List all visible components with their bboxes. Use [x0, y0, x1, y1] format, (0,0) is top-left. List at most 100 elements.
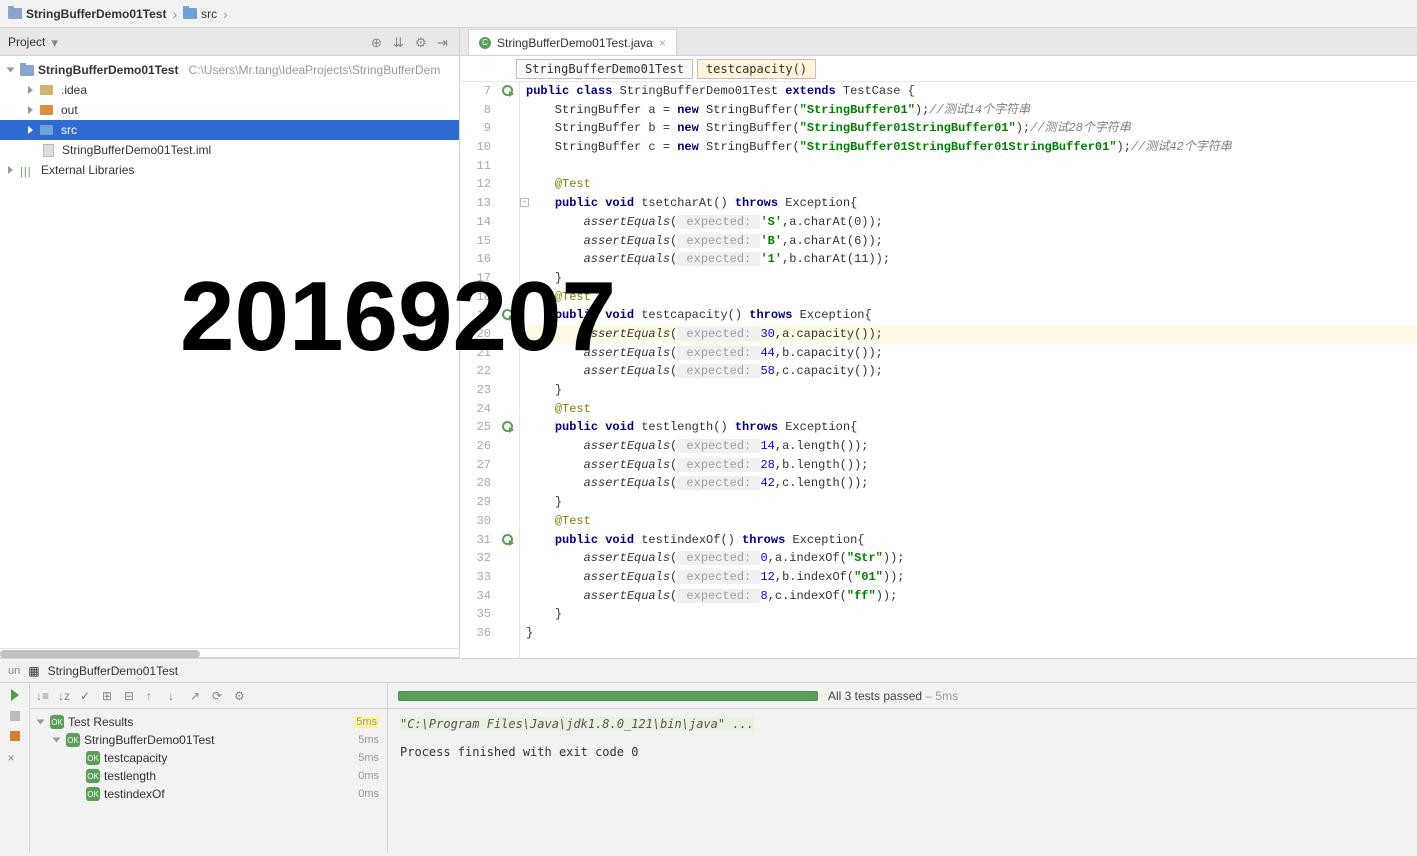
horizontal-scrollbar[interactable] [0, 648, 459, 658]
progress-track [398, 691, 818, 701]
editor-tab[interactable]: C StringBufferDemo01Test.java × [468, 29, 677, 55]
tree-label: External Libraries [41, 163, 134, 177]
tree-node-src[interactable]: src [0, 120, 459, 140]
console-panel: All 3 tests passed – 5ms "C:\Program Fil… [388, 683, 1417, 853]
test-item[interactable]: OKtestindexOf 0ms [30, 785, 387, 803]
code-lines[interactable]: public class StringBufferDemo01Test exte… [520, 82, 1417, 658]
run-panel: un ▦ StringBufferDemo01Test × ↓≡ ↓z ✓ ⊞ … [0, 658, 1417, 853]
expand-icon[interactable]: ⊞ [102, 689, 116, 703]
tree-root[interactable]: StringBufferDemo01Test C:\Users\Mr.tang\… [0, 60, 459, 80]
breadcrumb-src-label: src [201, 7, 217, 21]
gear-icon[interactable]: ⚙ [415, 35, 429, 49]
run-tab-label[interactable]: StringBufferDemo01Test [48, 664, 179, 678]
run-gutter-icon[interactable] [502, 309, 513, 320]
tree-label: src [61, 123, 77, 137]
run-gutter-icon[interactable] [502, 534, 513, 545]
scrollbar-thumb[interactable] [0, 650, 200, 658]
run-tab-bar: un ▦ StringBufferDemo01Test [0, 659, 1417, 683]
expand-icon[interactable] [37, 720, 45, 725]
run-side-buttons: × [0, 683, 30, 853]
fold-icon[interactable]: − [520, 198, 529, 207]
breadcrumb-root-label: StringBufferDemo01Test [26, 7, 166, 21]
folder-icon [40, 105, 53, 115]
collapse-icon[interactable]: ⇊ [393, 35, 407, 49]
up-icon[interactable]: ↑ [146, 689, 160, 703]
editor: C StringBufferDemo01Test.java × StringBu… [460, 28, 1417, 658]
expand-icon[interactable] [53, 738, 61, 743]
project-sidebar: Project ▾ ⊕ ⇊ ⚙ ⇥ StringBufferDemo01Test… [0, 28, 460, 658]
export-icon[interactable]: ↗ [190, 689, 204, 703]
test-label: testlength [104, 769, 156, 783]
project-tree: StringBufferDemo01Test C:\Users\Mr.tang\… [0, 56, 459, 648]
module-icon [20, 65, 34, 76]
hide-icon[interactable]: ⇥ [437, 35, 451, 49]
test-time: 5ms [358, 752, 379, 764]
console-exit: Process finished with exit code 0 [400, 745, 1405, 759]
project-title: Project [8, 35, 45, 49]
close-icon[interactable]: × [659, 36, 666, 50]
test-item[interactable]: OK testlength 0ms [30, 767, 387, 785]
expand-icon[interactable] [7, 68, 15, 73]
tree-label: StringBufferDemo01Test.iml [62, 143, 211, 157]
expand-icon[interactable] [28, 86, 33, 94]
collapse-icon[interactable]: ⊟ [124, 689, 138, 703]
gear-icon[interactable]: ⚙ [234, 689, 248, 703]
chevron-down-icon[interactable]: ▾ [51, 35, 65, 49]
code-area[interactable]: 7 89101112 13− 1415161718 19 2021222324 … [460, 82, 1417, 658]
folder-icon [8, 8, 22, 19]
editor-bc-method[interactable]: testcapacity() [697, 59, 816, 79]
down-icon[interactable]: ↓ [168, 689, 182, 703]
tree-node-external-libs[interactable]: External Libraries [0, 160, 459, 180]
tree-node-idea[interactable]: .idea [0, 80, 459, 100]
folder-icon [40, 85, 53, 95]
tree-root-path: C:\Users\Mr.tang\IdeaProjects\StringBuff… [188, 63, 440, 77]
test-label: testindexOf [104, 787, 165, 801]
test-label: Test Results [68, 715, 133, 729]
ok-icon: OK [86, 769, 100, 783]
console-output[interactable]: "C:\Program Files\Java\jdk1.8.0_121\bin\… [388, 709, 1417, 853]
pin-icon[interactable] [10, 731, 20, 741]
console-command: "C:\Program Files\Java\jdk1.8.0_121\bin\… [400, 717, 754, 731]
gutter: 7 89101112 13− 1415161718 19 2021222324 … [460, 82, 520, 658]
tree-label: out [61, 103, 78, 117]
close-icon[interactable]: × [8, 751, 22, 765]
history-icon[interactable]: ⟳ [212, 689, 226, 703]
ok-icon: OK [66, 733, 80, 747]
test-root[interactable]: OKTest Results 5ms [30, 713, 387, 731]
editor-bc-class[interactable]: StringBufferDemo01Test [516, 59, 693, 79]
target-icon[interactable]: ⊕ [371, 35, 385, 49]
tree-node-out[interactable]: out [0, 100, 459, 120]
expand-icon[interactable] [8, 166, 13, 174]
tree-node-iml[interactable]: StringBufferDemo01Test.iml [0, 140, 459, 160]
run-tab-icon: ▦ [28, 664, 39, 678]
stop-icon[interactable] [10, 711, 20, 721]
folder-icon [40, 125, 53, 135]
breadcrumb: StringBufferDemo01Test › src › [0, 0, 1417, 28]
ok-filter-icon[interactable]: ✓ [80, 689, 94, 703]
test-tree: OK Test Results 5ms OKStringBufferDemo01T… [30, 709, 387, 853]
breadcrumb-src[interactable]: src [183, 7, 217, 21]
test-results-panel: ↓≡ ↓z ✓ ⊞ ⊟ ↑ ↓ ↗ ⟳ ⚙ OK Test Results 5ms… [30, 683, 388, 853]
run-gutter-icon[interactable] [502, 421, 513, 432]
filter-icon[interactable]: ↓z [58, 689, 72, 703]
chevron-right-icon: › [223, 6, 228, 22]
sort-icon[interactable]: ↓≡ [36, 689, 50, 703]
expand-icon[interactable] [28, 106, 33, 114]
ok-icon: OK [50, 715, 64, 729]
test-suite[interactable]: OKStringBufferDemo01Test 5ms [30, 731, 387, 749]
rerun-icon[interactable] [11, 689, 19, 701]
breadcrumb-root[interactable]: StringBufferDemo01Test [8, 7, 166, 21]
run-gutter-icon[interactable] [502, 85, 513, 96]
test-time: 5ms [358, 734, 379, 746]
test-time: 0ms [358, 770, 379, 782]
run-label: un [8, 665, 20, 677]
ok-icon: OK [86, 787, 100, 801]
expand-icon[interactable] [28, 126, 33, 134]
tree-label: .idea [61, 83, 87, 97]
java-class-icon: C [479, 37, 491, 49]
editor-tabs: C StringBufferDemo01Test.java × [460, 28, 1417, 56]
ok-icon: OK [86, 751, 100, 765]
tab-label: StringBufferDemo01Test.java [497, 36, 653, 50]
file-icon [43, 144, 54, 157]
test-item[interactable]: OKtestcapacity 5ms [30, 749, 387, 767]
